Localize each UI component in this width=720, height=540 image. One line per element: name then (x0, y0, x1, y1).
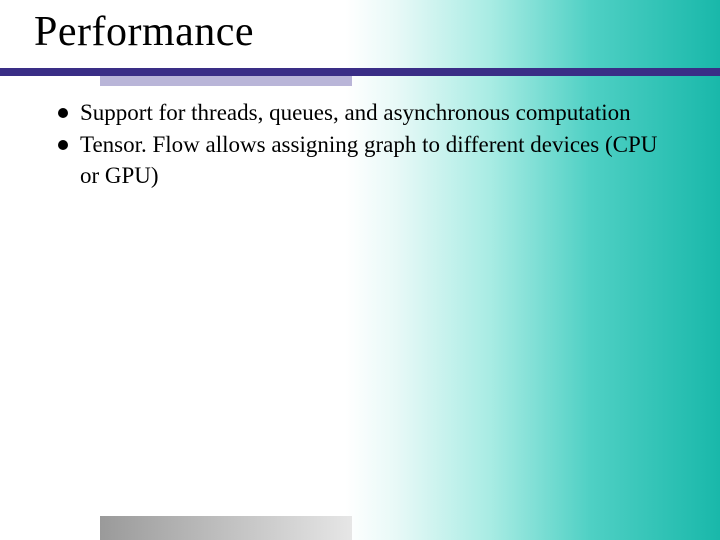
slide-title: Performance (34, 8, 254, 56)
bullet-icon (58, 108, 68, 118)
bullet-text: Support for threads, queues, and asynchr… (80, 98, 631, 128)
bullet-list: Support for threads, queues, and asynchr… (58, 98, 658, 193)
slide: Performance Support for threads, queues,… (0, 0, 720, 540)
footer-bar (100, 516, 352, 540)
title-underline (0, 68, 720, 76)
title-underline-shadow (100, 76, 352, 86)
bullet-icon (58, 140, 68, 150)
list-item: Support for threads, queues, and asynchr… (58, 98, 658, 128)
bullet-text: Tensor. Flow allows assigning graph to d… (80, 130, 658, 191)
list-item: Tensor. Flow allows assigning graph to d… (58, 130, 658, 191)
